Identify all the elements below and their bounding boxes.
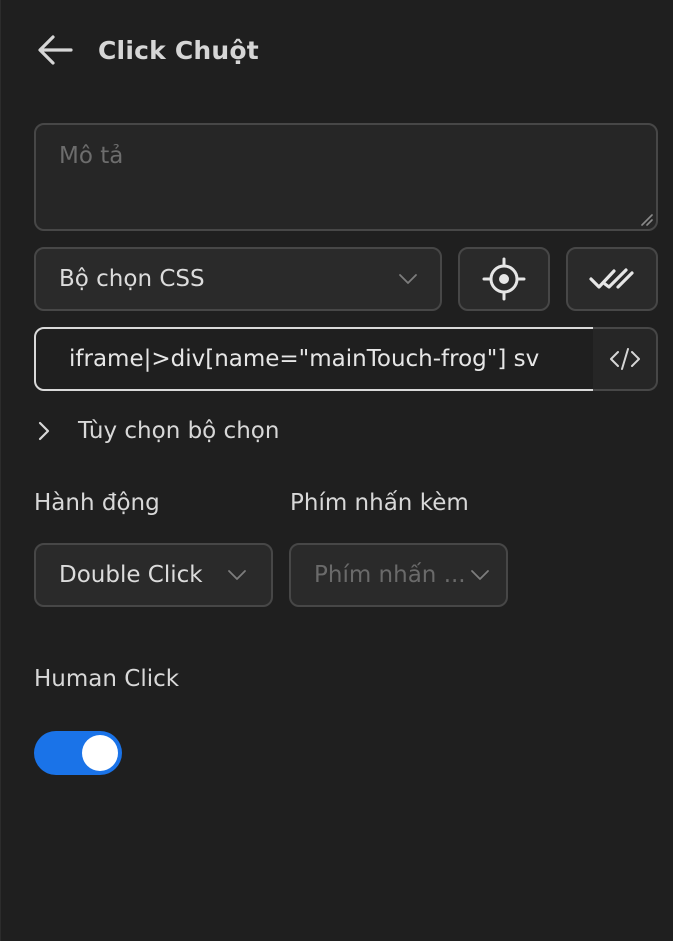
description-placeholder: Mô tả — [59, 143, 124, 169]
code-icon — [609, 348, 640, 370]
selector-options-label: Tùy chọn bộ chọn — [78, 418, 280, 444]
action-dropdown[interactable]: Double Click — [34, 543, 273, 607]
panel-header: Click Chuột — [37, 30, 259, 70]
selector-value: iframe|>div[name="mainTouch-frog"] sv — [69, 346, 540, 372]
pick-element-button[interactable] — [458, 247, 550, 311]
back-button[interactable] — [37, 30, 77, 70]
selector-type-dropdown[interactable]: Bộ chọn CSS — [34, 247, 442, 311]
human-click-toggle[interactable] — [34, 731, 122, 775]
modifier-placeholder: Phím nhấn ... — [314, 562, 466, 588]
modifier-key-dropdown[interactable]: Phím nhấn ... — [289, 543, 508, 607]
description-field[interactable]: Mô tả — [34, 123, 658, 231]
crosshair-icon — [482, 257, 526, 301]
action-value: Double Click — [59, 562, 203, 588]
page-title: Click Chuột — [98, 35, 259, 65]
human-click-label: Human Click — [34, 666, 180, 692]
selector-input[interactable]: iframe|>div[name="mainTouch-frog"] sv — [34, 327, 595, 391]
toggle-knob[interactable] — [82, 735, 118, 771]
click-action-panel: Click Chuột Mô tả Bộ chọn CSS iframe|>di… — [0, 0, 673, 941]
chevron-down-icon — [228, 570, 246, 580]
chevron-right-icon — [38, 421, 50, 441]
arrow-left-icon — [38, 35, 73, 65]
action-label: Hành động — [34, 490, 160, 516]
verify-selector-button[interactable] — [566, 247, 658, 311]
double-check-icon — [589, 268, 634, 289]
selector-type-value: Bộ chọn CSS — [59, 266, 205, 292]
selector-options-expander[interactable]: Tùy chọn bộ chọn — [37, 412, 279, 450]
chevron-down-icon — [399, 274, 417, 284]
modifier-label: Phím nhấn kèm — [290, 490, 469, 516]
resize-grip-icon[interactable] — [639, 212, 653, 226]
code-editor-button[interactable] — [593, 327, 658, 391]
chevron-down-icon — [471, 570, 489, 580]
